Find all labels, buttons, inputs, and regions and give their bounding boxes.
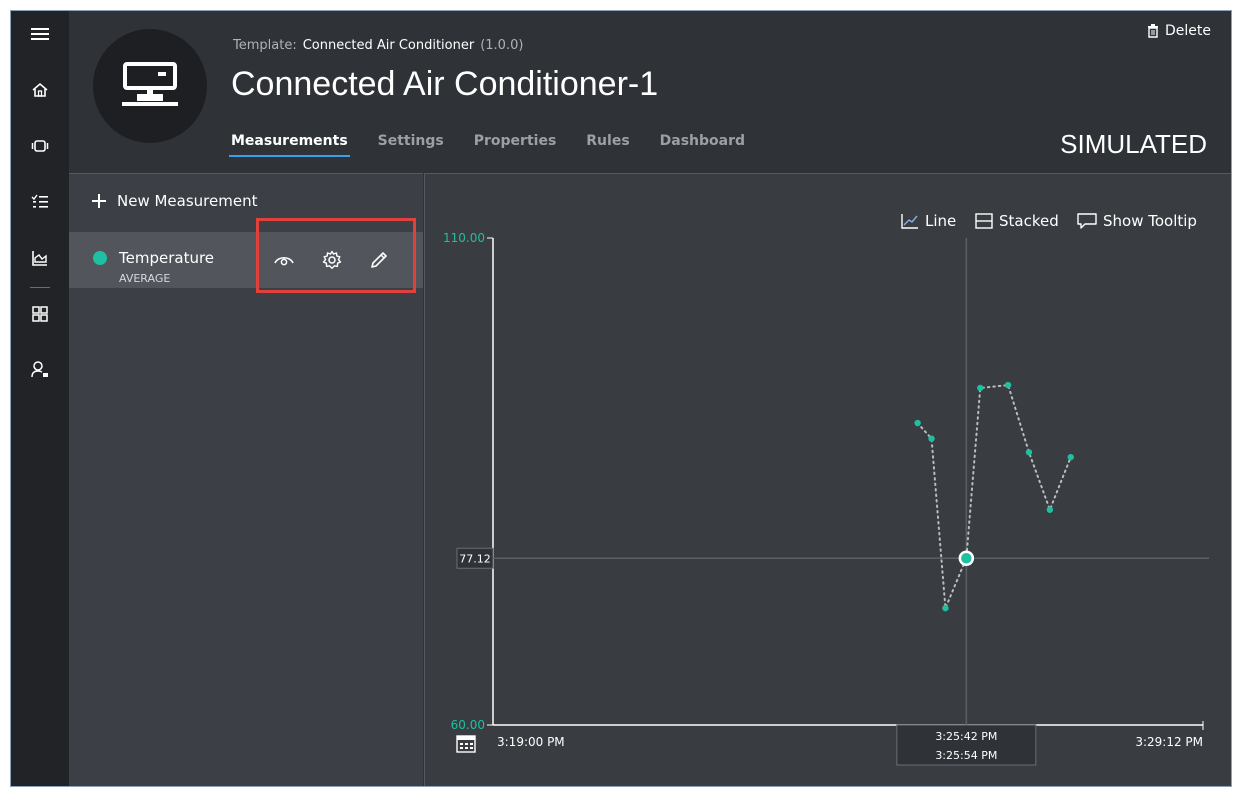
measurement-name: Temperature (119, 249, 215, 267)
home-icon[interactable] (25, 75, 55, 105)
device-tabs: Measurements Settings Properties Rules D… (229, 133, 773, 157)
device-header: Template: Connected Air Conditioner (1.0.0… (69, 11, 1231, 173)
measurement-aggregation: AVERAGE (119, 272, 171, 285)
temperature-series (914, 381, 1074, 612)
devices-icon[interactable] (25, 131, 55, 161)
y-tick-label-min: 60.00 (451, 718, 485, 732)
plus-icon (92, 194, 106, 208)
new-measurement-label: New Measurement (117, 192, 258, 210)
menu-icon[interactable] (25, 19, 55, 49)
template-info: Template: Connected Air Conditioner (1.0.0… (233, 38, 523, 53)
crosshair-time-from: 3:25:42 PM (935, 730, 997, 743)
new-measurement-button[interactable]: New Measurement (91, 192, 257, 210)
data-point[interactable] (1046, 506, 1054, 513)
data-point[interactable] (977, 384, 984, 392)
template-version: (1.0.0) (480, 38, 524, 53)
template-name[interactable]: Connected Air Conditioner (303, 38, 475, 53)
tab-measurements[interactable]: Measurements (229, 133, 350, 157)
tab-rules[interactable]: Rules (584, 133, 631, 157)
data-point[interactable] (914, 419, 921, 427)
rail-divider (30, 287, 50, 288)
app-window: Template: Connected Air Conditioner (1.0.0… (10, 10, 1232, 787)
status-badge: SIMULATED (1060, 129, 1207, 159)
tab-properties[interactable]: Properties (472, 133, 559, 157)
nav-rail (11, 11, 69, 786)
x-end-label: 3:29:12 PM (1135, 735, 1203, 749)
crosshair-time-to: 3:25:54 PM (935, 749, 997, 762)
crosshair-value-label: 77.12 (459, 552, 491, 565)
y-tick-label-max: 110.00 (443, 231, 485, 245)
data-point[interactable] (1004, 381, 1012, 389)
device-title: Connected Air Conditioner-1 (231, 65, 659, 103)
temperature-chart[interactable]: 110.00 60.00 77.12 3:25:42 PM 3:25:54 PM… (425, 174, 1232, 787)
tab-settings[interactable]: Settings (376, 133, 446, 157)
selected-data-point[interactable] (958, 550, 975, 567)
chart-area: Line Stacked Show Tooltip 110.00 60.00 7… (424, 173, 1231, 786)
device-avatar (93, 29, 207, 143)
template-label: Template: (233, 38, 297, 53)
device-icon (122, 62, 178, 106)
x-start-label: 3:19:00 PM (497, 735, 565, 749)
analytics-icon[interactable] (25, 243, 55, 273)
calendar-icon[interactable] (456, 735, 476, 753)
delete-button[interactable]: Delete (1147, 23, 1211, 39)
series-line (916, 383, 1072, 609)
data-point[interactable] (1067, 453, 1074, 461)
data-point[interactable] (928, 435, 935, 442)
delete-label: Delete (1165, 23, 1211, 39)
rules-icon[interactable] (25, 187, 55, 217)
admin-icon[interactable] (25, 355, 55, 385)
highlight-box (256, 218, 416, 293)
dashboard-icon[interactable] (25, 299, 55, 329)
trash-icon (1148, 24, 1158, 38)
data-point[interactable] (1025, 449, 1033, 456)
tab-dashboard[interactable]: Dashboard (658, 133, 747, 157)
data-point[interactable] (942, 604, 949, 612)
series-color-dot (93, 251, 107, 265)
